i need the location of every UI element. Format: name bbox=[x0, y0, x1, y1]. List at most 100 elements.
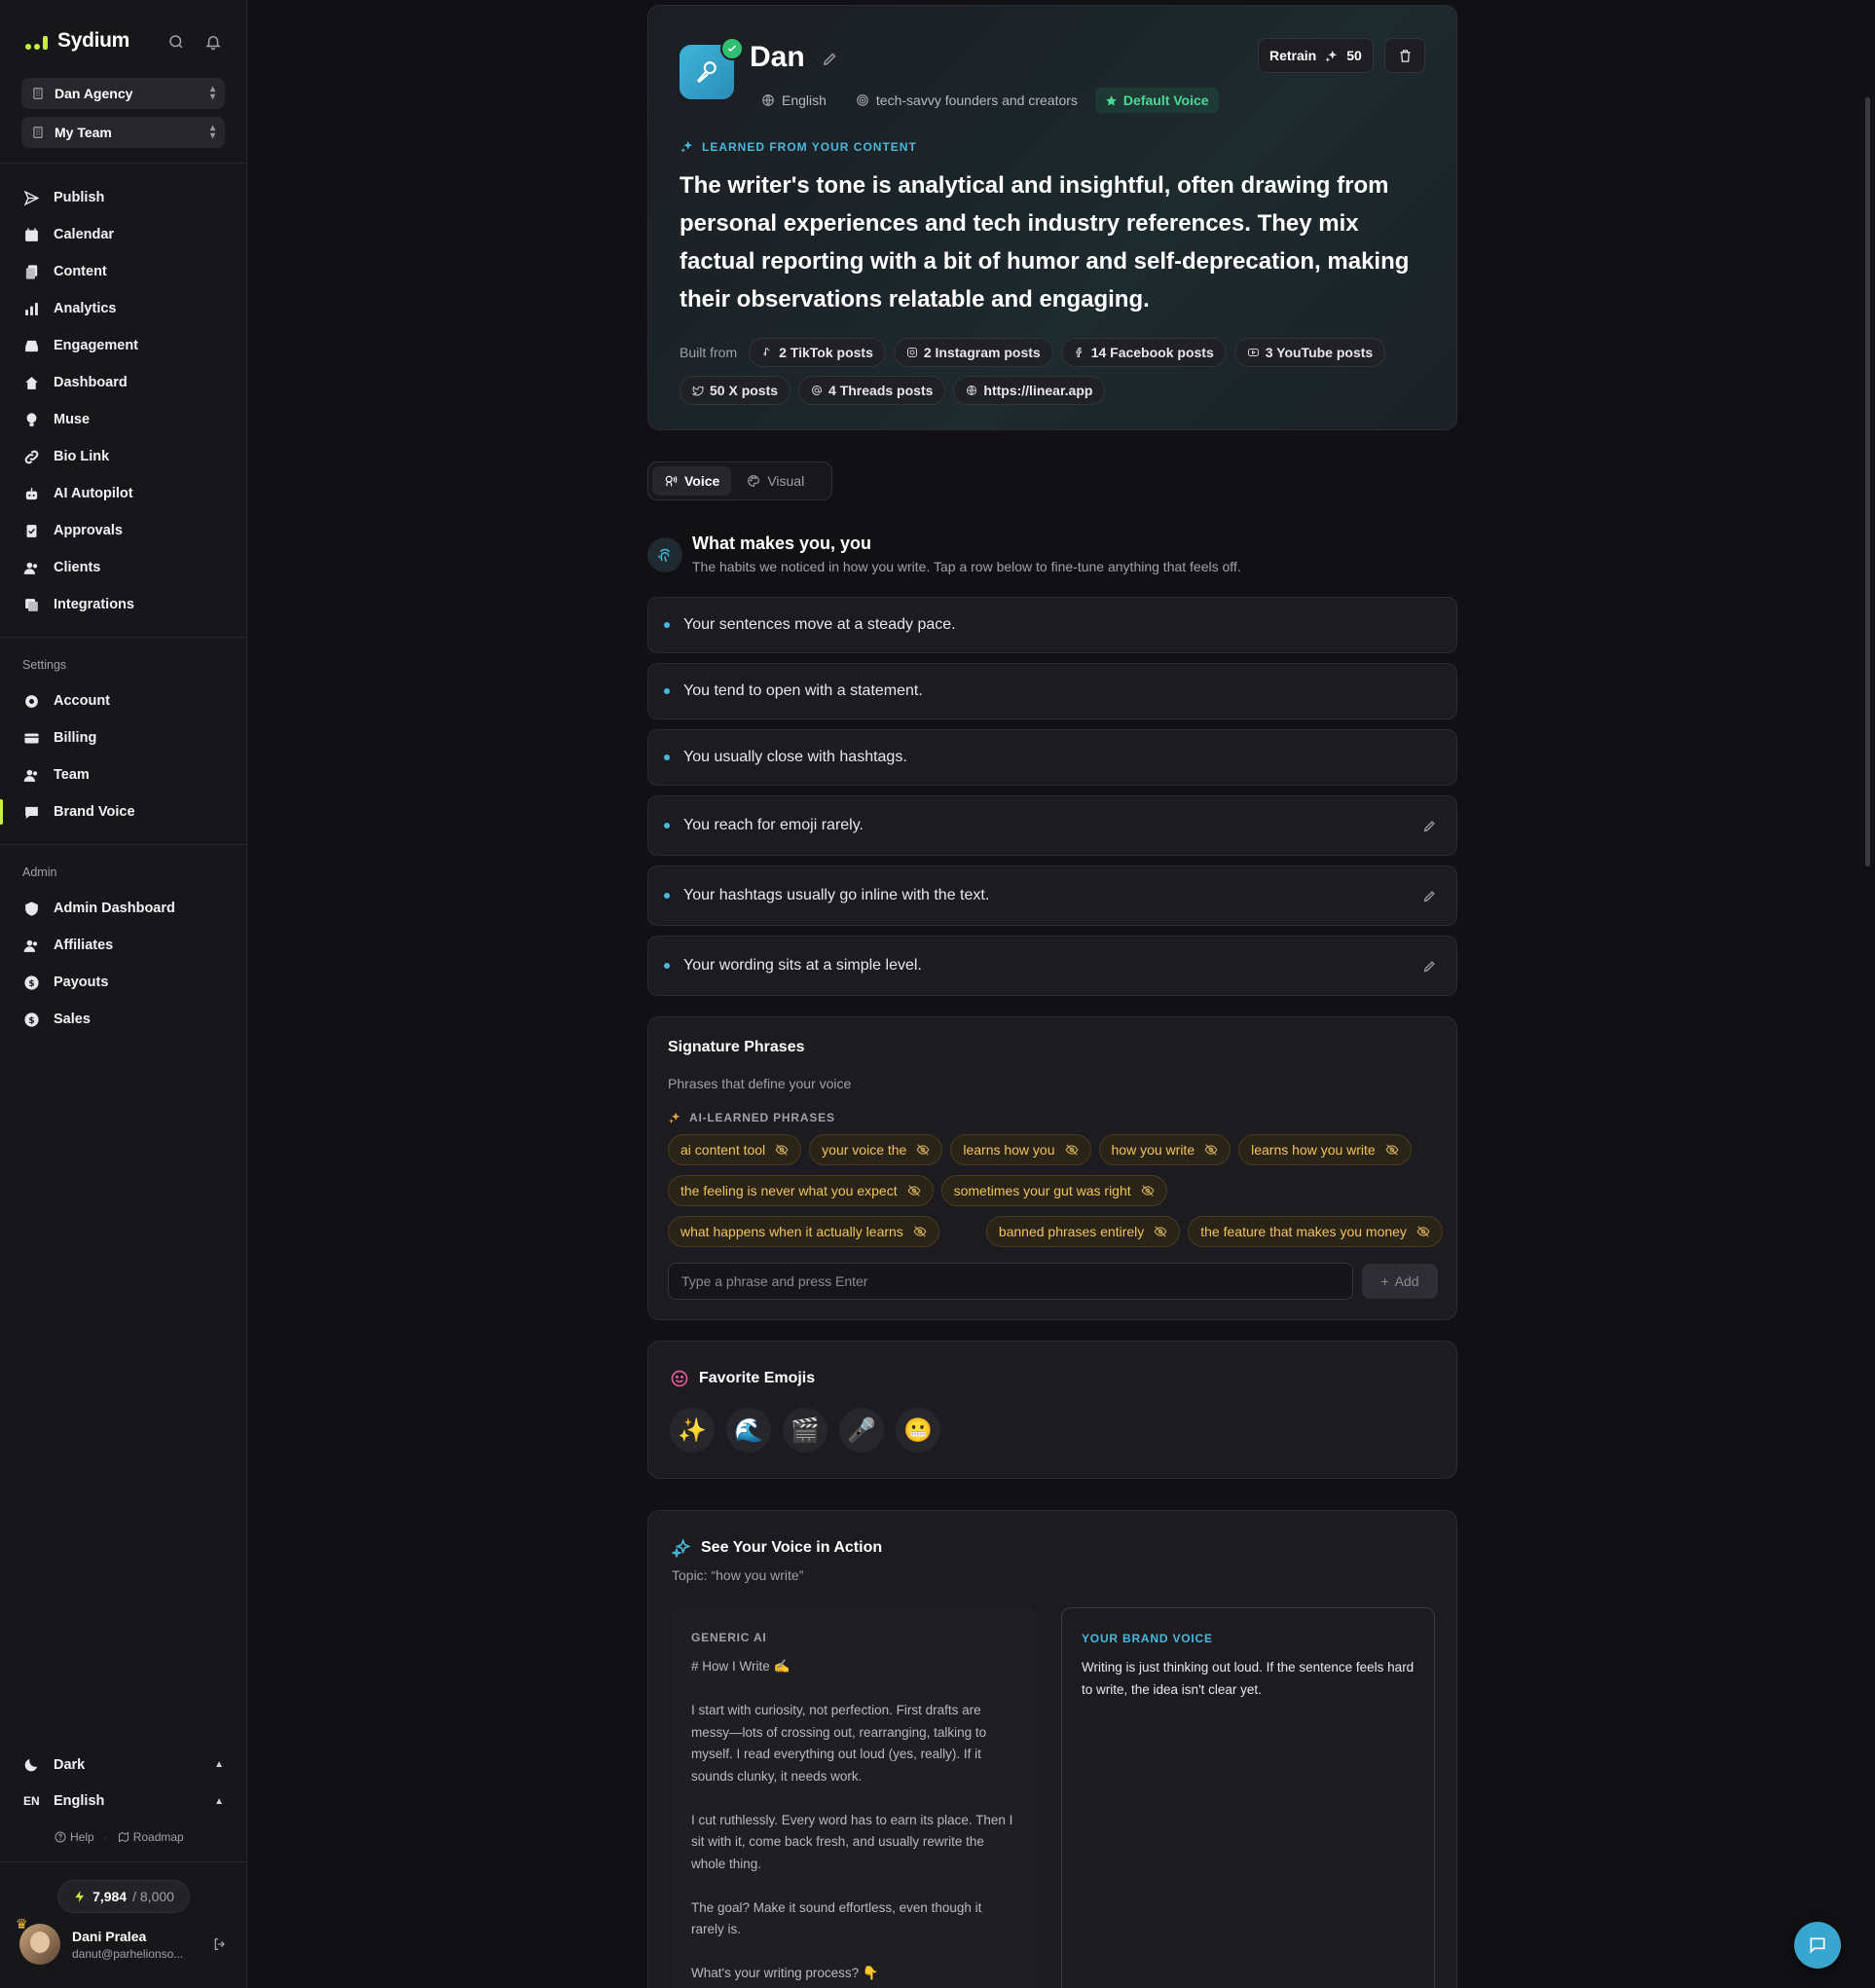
tab-visual[interactable]: Visual bbox=[735, 466, 816, 496]
phrase-chip[interactable]: banned phrases entirely bbox=[985, 1216, 1181, 1247]
nav-item-account[interactable]: Account bbox=[23, 689, 110, 713]
phrase-chip[interactable]: the feeling is never what you expect bbox=[668, 1175, 934, 1206]
signature-title: Signature Phrases bbox=[668, 1039, 805, 1055]
phrase-chip[interactable]: the feature that makes you money bbox=[1188, 1216, 1443, 1247]
x-icon bbox=[692, 386, 704, 396]
delete-voice-button[interactable] bbox=[1384, 38, 1425, 73]
brand[interactable]: Sydium bbox=[25, 29, 129, 53]
emoji-item[interactable]: 🌊 bbox=[726, 1408, 771, 1453]
emoji-item[interactable]: 😬 bbox=[896, 1408, 940, 1453]
credits-badge[interactable]: 7,984 / 8,000 bbox=[57, 1880, 190, 1913]
phrase-chip[interactable]: what happens when it actually learns bbox=[668, 1216, 939, 1247]
nav-item-team[interactable]: Team bbox=[23, 763, 90, 787]
eye-off-icon[interactable] bbox=[1204, 1143, 1218, 1157]
nav-item-ai-autopilot[interactable]: AI Autopilot bbox=[23, 482, 133, 505]
caret-up-icon: ▲ bbox=[214, 1795, 224, 1807]
chat-support-button[interactable] bbox=[1794, 1922, 1841, 1969]
pencil-icon[interactable] bbox=[1422, 959, 1437, 974]
add-phrase-button[interactable]: + Add bbox=[1362, 1264, 1438, 1299]
chat-icon bbox=[1810, 1937, 1825, 1954]
learned-label-text: LEARNED FROM YOUR CONTENT bbox=[702, 139, 917, 154]
roadmap-link[interactable]: Roadmap bbox=[118, 1830, 184, 1844]
phrase-chip[interactable]: how you write bbox=[1098, 1134, 1232, 1165]
trait-row[interactable]: Your hashtags usually go inline with the… bbox=[647, 865, 1457, 926]
pencil-icon[interactable] bbox=[1422, 889, 1437, 903]
nav-active-marker bbox=[0, 799, 3, 825]
nav-item-muse[interactable]: Muse bbox=[23, 408, 90, 431]
eye-off-icon[interactable] bbox=[775, 1143, 789, 1157]
phrase-chip[interactable]: sometimes your gut was right bbox=[940, 1175, 1167, 1206]
bell-icon[interactable] bbox=[204, 33, 222, 51]
agency-selector[interactable]: Dan Agency ▴ ▾ bbox=[21, 78, 225, 109]
source-chip-facebook[interactable]: 14 Facebook posts bbox=[1060, 338, 1227, 367]
eye-off-icon[interactable] bbox=[1385, 1143, 1399, 1157]
source-chip-threads[interactable]: 4 Threads posts bbox=[798, 376, 946, 405]
eye-off-icon[interactable] bbox=[1065, 1143, 1079, 1157]
source-chip-x[interactable]: 50 X posts bbox=[680, 376, 791, 405]
team-selector[interactable]: My Team ▴ ▾ bbox=[21, 117, 225, 148]
help-icon bbox=[55, 1831, 66, 1843]
nav-item-payouts[interactable]: $ Payouts bbox=[23, 971, 108, 994]
pencil-icon[interactable] bbox=[1422, 819, 1437, 833]
ai-learned-label-text: AI-LEARNED PHRASES bbox=[689, 1111, 835, 1124]
search-icon[interactable] bbox=[167, 33, 185, 51]
nav-item-clients[interactable]: Clients bbox=[23, 556, 100, 579]
nav-item-approvals[interactable]: Approvals bbox=[23, 519, 123, 542]
retrain-button[interactable]: Retrain 50 bbox=[1258, 38, 1374, 73]
inbox-icon bbox=[25, 340, 38, 351]
nav-item-bio-link[interactable]: Bio Link bbox=[23, 445, 109, 468]
nav-item-dashboard[interactable]: Dashboard bbox=[23, 371, 128, 394]
source-chip-youtube[interactable]: 3 YouTube posts bbox=[1233, 338, 1386, 367]
tab-voice-label: Voice bbox=[684, 473, 720, 489]
phrase-chip[interactable]: learns how you bbox=[950, 1134, 1091, 1165]
phrase-chip[interactable]: ai content tool bbox=[668, 1134, 802, 1165]
trait-text: Your hashtags usually go inline with the… bbox=[683, 887, 990, 903]
nav-item-content[interactable]: Content bbox=[23, 260, 107, 283]
phrase-text: your voice the bbox=[822, 1142, 907, 1158]
lightbulb-icon bbox=[26, 412, 37, 426]
source-chip-website[interactable]: https://linear.app bbox=[953, 376, 1106, 405]
nav-item-billing[interactable]: Billing bbox=[23, 726, 96, 750]
source-chip-tiktok[interactable]: 2 TikTok posts bbox=[749, 338, 886, 367]
emoji-item[interactable]: 🎤 bbox=[839, 1408, 884, 1453]
eye-off-icon[interactable] bbox=[916, 1143, 930, 1157]
emoji-item[interactable]: 🎬 bbox=[783, 1408, 827, 1453]
nav-item-analytics[interactable]: Analytics bbox=[23, 297, 116, 320]
nav-item-affiliates[interactable]: Affiliates bbox=[23, 934, 113, 957]
theme-toggle[interactable]: Dark ▲ bbox=[23, 1756, 224, 1773]
eye-off-icon[interactable] bbox=[1154, 1225, 1167, 1238]
sparkles-icon bbox=[680, 140, 693, 153]
phrase-chip[interactable]: your voice the bbox=[809, 1134, 943, 1165]
trait-row[interactable]: You tend to open with a statement. bbox=[647, 663, 1457, 719]
nav-item-admin-dashboard[interactable]: Admin Dashboard bbox=[23, 897, 175, 920]
scrollbar[interactable] bbox=[1865, 97, 1870, 866]
tab-voice[interactable]: Voice bbox=[652, 466, 732, 496]
phrase-chip[interactable]: learns how you write bbox=[1238, 1134, 1412, 1165]
sales-icon: $ bbox=[24, 1012, 39, 1027]
nav-item-brand-voice[interactable]: Brand Voice bbox=[23, 800, 135, 824]
eye-off-icon[interactable] bbox=[913, 1225, 927, 1238]
eye-off-icon[interactable] bbox=[907, 1184, 921, 1197]
help-link[interactable]: Help bbox=[55, 1830, 94, 1844]
phrase-text: the feeling is never what you expect bbox=[680, 1183, 898, 1198]
nav-item-integrations[interactable]: Integrations bbox=[23, 593, 134, 616]
emoji-item[interactable]: ✨ bbox=[670, 1408, 715, 1453]
phrase-input[interactable] bbox=[668, 1263, 1353, 1300]
language-toggle[interactable]: EN English ▲ bbox=[23, 1793, 224, 1809]
trait-row[interactable]: You usually close with hashtags. bbox=[647, 729, 1457, 786]
source-chip-instagram[interactable]: 2 Instagram posts bbox=[893, 338, 1053, 367]
eye-off-icon[interactable] bbox=[1141, 1184, 1155, 1197]
nav-item-engagement[interactable]: Engagement bbox=[23, 334, 138, 357]
retrain-cost: 50 bbox=[1346, 48, 1362, 63]
nav-item-publish[interactable]: Publish bbox=[23, 186, 104, 209]
logout-icon[interactable] bbox=[212, 1936, 228, 1952]
edit-name-icon[interactable] bbox=[822, 51, 838, 67]
trait-row[interactable]: Your wording sits at a simple level. bbox=[647, 936, 1457, 996]
trait-row[interactable]: Your sentences move at a steady pace. bbox=[647, 597, 1457, 653]
nav-item-sales[interactable]: $ Sales bbox=[23, 1008, 91, 1031]
user-profile[interactable]: ♛ Dani Pralea danut@parhelionso... bbox=[16, 1916, 228, 1965]
trait-row[interactable]: You reach for emoji rarely. bbox=[647, 795, 1457, 856]
user-email: danut@parhelionso... bbox=[72, 1946, 184, 1961]
eye-off-icon[interactable] bbox=[1416, 1225, 1430, 1238]
nav-item-calendar[interactable]: Calendar bbox=[23, 223, 114, 246]
